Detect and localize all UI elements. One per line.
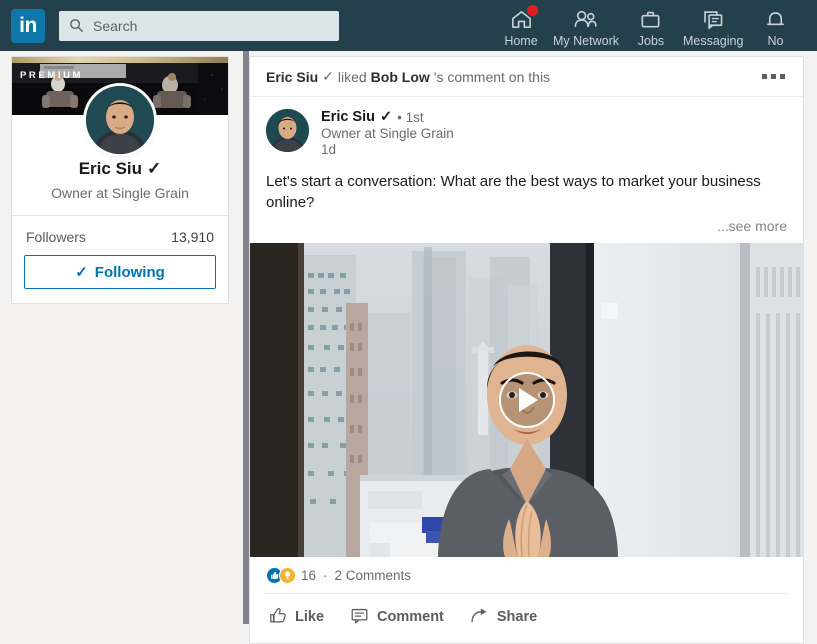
followers-count: 13,910: [171, 229, 214, 245]
linkedin-logo[interactable]: in: [11, 8, 45, 43]
reaction-icons[interactable]: [266, 566, 296, 584]
post-timestamp: 1d: [321, 142, 337, 157]
post-context-header: Eric Siu ✓ liked Bob Low 's comment on t…: [250, 57, 803, 97]
nav-items: Home My Network Jobs Messaging No: [495, 3, 801, 48]
post-context-text: Eric Siu ✓ liked Bob Low 's comment on t…: [266, 68, 550, 85]
context-verified-check-icon: ✓: [322, 68, 334, 84]
post-video-thumbnail[interactable]: [250, 242, 803, 557]
search-icon: [69, 18, 84, 33]
nav-label-notifications: No: [767, 34, 784, 48]
briefcase-icon: [639, 7, 662, 32]
reaction-count: 16: [301, 567, 317, 583]
followers-row: Followers 13,910: [12, 216, 228, 255]
verified-check-icon: ✓: [147, 159, 162, 178]
see-more-link[interactable]: ...see more: [250, 214, 803, 243]
search-input[interactable]: Search: [59, 10, 339, 41]
share-arrow-icon: [470, 606, 489, 629]
nav-label-messaging: Messaging: [682, 34, 744, 48]
profile-headline: Owner at Single Grain: [51, 185, 189, 201]
post-options-menu-icon[interactable]: [758, 70, 789, 83]
share-button-label: Share: [496, 609, 538, 626]
followers-label: Followers: [26, 229, 86, 245]
context-suffix: 's comment on this: [433, 68, 551, 85]
reaction-insightful-icon: [279, 566, 296, 584]
post-author-info: Eric Siu ✓ • 1st Owner at Single Grain 1…: [321, 109, 454, 157]
message-icon: [702, 7, 725, 32]
logo-text: in: [19, 14, 37, 37]
comments-count[interactable]: 2 Comments: [335, 568, 412, 583]
following-check-icon: ✓: [75, 264, 88, 281]
nav-item-my-network[interactable]: My Network: [547, 3, 625, 48]
comment-button[interactable]: Comment: [348, 602, 446, 633]
post-author-headline: Owner at Single Grain: [321, 126, 454, 141]
following-button[interactable]: ✓ Following: [24, 255, 216, 289]
like-button[interactable]: Like: [266, 602, 326, 633]
post-author-row: Eric Siu ✓ • 1st Owner at Single Grain 1…: [250, 97, 803, 157]
nav-item-messaging[interactable]: Messaging: [677, 3, 749, 48]
home-notification-badge: [526, 4, 539, 17]
nav-label-jobs: Jobs: [637, 34, 665, 48]
nav-item-notifications[interactable]: No: [749, 3, 801, 48]
top-navbar: in Search Home My Network Jobs Messaging…: [0, 0, 817, 51]
play-triangle-icon: [519, 387, 538, 412]
like-button-label: Like: [295, 609, 325, 626]
post-social-counts: 16 · 2 Comments: [250, 557, 803, 593]
nav-label-my-network: My Network: [553, 34, 619, 48]
post-body-text: Let's start a conversation: What are the…: [266, 173, 761, 212]
play-button[interactable]: [498, 371, 555, 428]
bell-icon: [764, 7, 787, 32]
thumbs-up-icon: [268, 606, 287, 629]
post-author-avatar[interactable]: [266, 109, 309, 152]
post-author-name-row: Eric Siu ✓ • 1st: [321, 109, 454, 125]
post-author-degree: • 1st: [397, 109, 424, 125]
share-button[interactable]: Share: [468, 602, 539, 633]
author-verified-check-icon: ✓: [380, 109, 393, 125]
context-actor-name[interactable]: Eric Siu: [266, 69, 318, 85]
nav-item-jobs[interactable]: Jobs: [625, 3, 677, 48]
avatar-photo: [86, 86, 154, 154]
profile-sidebar-card: PREMIUM Eric Siu ✓ Owner at Single Grain…: [11, 56, 229, 304]
nav-label-home: Home: [504, 34, 538, 48]
nav-item-home[interactable]: Home: [495, 3, 547, 48]
comment-button-label: Comment: [377, 609, 444, 626]
context-target-name[interactable]: Bob Low: [371, 69, 430, 85]
post-author-name[interactable]: Eric Siu: [321, 109, 375, 125]
counts-separator: ·: [323, 567, 328, 583]
comment-bubble-icon: [350, 606, 369, 629]
profile-name-row: Eric Siu ✓: [79, 159, 162, 179]
post-action-bar: Like Comment Share: [250, 594, 803, 643]
profile-name: Eric Siu: [78, 159, 143, 178]
people-icon: [572, 7, 599, 32]
premium-label: PREMIUM: [20, 70, 84, 81]
following-button-label: Following: [94, 263, 165, 281]
context-verb: liked: [337, 68, 367, 85]
feed-post-card: Eric Siu ✓ liked Bob Low 's comment on t…: [249, 56, 804, 644]
search-placeholder-text: Search: [93, 17, 138, 34]
avatar[interactable]: [83, 83, 157, 157]
